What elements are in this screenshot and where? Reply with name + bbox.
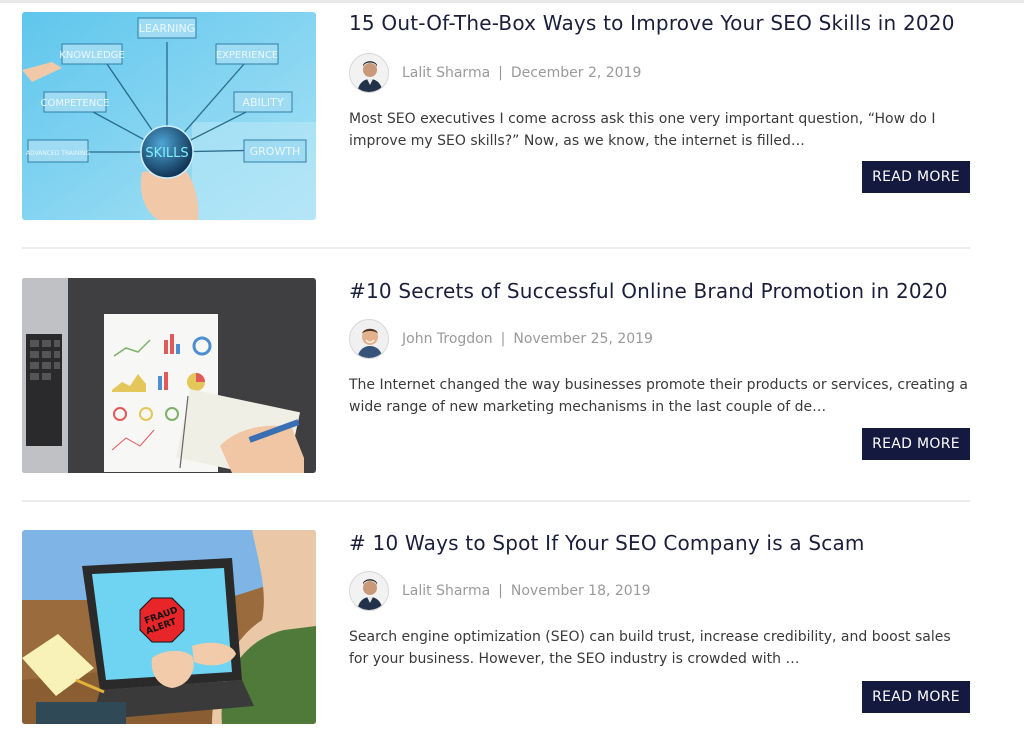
author-avatar (349, 319, 389, 359)
post-divider (22, 247, 970, 249)
fraud-alert-illustration: FRAUD ALERT (22, 530, 316, 724)
post-thumbnail-analytics[interactable] (22, 278, 316, 473)
post-meta: John Trogdon | November 25, 2019 (349, 318, 653, 360)
read-more-button[interactable]: READ MORE (862, 681, 970, 713)
post-title[interactable]: 15 Out-Of-The-Box Ways to Improve Your S… (349, 10, 970, 36)
author-name[interactable]: Lalit Sharma (402, 583, 490, 599)
post-date: November 18, 2019 (510, 583, 651, 599)
post-title[interactable]: #10 Secrets of Successful Online Brand P… (349, 278, 970, 304)
blog-post: FRAUD ALERT # 10 Ways to Spot If Your SE… (22, 530, 970, 724)
post-excerpt: The Internet changed the way businesses … (349, 377, 968, 415)
skills-illustration: LEARNING KNOWLEDGE EXPERIENCE COMPETENCE… (22, 12, 316, 220)
blog-post: #10 Secrets of Successful Online Brand P… (22, 278, 970, 473)
read-more-button[interactable]: READ MORE (862, 161, 970, 193)
analytics-desk-illustration (22, 278, 316, 473)
post-date: December 2, 2019 (510, 65, 642, 81)
post-date: November 25, 2019 (513, 331, 653, 347)
post-excerpt: Most SEO executives I come across ask th… (349, 111, 936, 149)
author-avatar (349, 571, 389, 611)
label-growth: GROWTH (250, 145, 301, 158)
meta-separator: | (500, 331, 506, 347)
read-more-button[interactable]: READ MORE (862, 428, 970, 460)
author-name[interactable]: Lalit Sharma (402, 65, 490, 81)
blog-post: LEARNING KNOWLEDGE EXPERIENCE COMPETENCE… (22, 10, 970, 220)
post-content: 15 Out-Of-The-Box Ways to Improve Your S… (349, 10, 970, 193)
post-excerpt: Search engine optimization (SEO) can bui… (349, 629, 951, 667)
label-knowledge: KNOWLEDGE (59, 50, 124, 61)
post-divider (22, 500, 970, 502)
post-thumbnail-skills[interactable]: LEARNING KNOWLEDGE EXPERIENCE COMPETENCE… (22, 12, 316, 220)
label-ability: ABILITY (242, 96, 283, 109)
post-content: # 10 Ways to Spot If Your SEO Company is… (349, 530, 970, 713)
post-meta: Lalit Sharma | November 18, 2019 (349, 570, 651, 612)
label-competence: COMPETENCE (40, 98, 109, 109)
author-avatar (349, 53, 389, 93)
label-advanced-training: ADVANCED TRAINING (26, 150, 91, 157)
label-skills: SKILLS (145, 146, 188, 161)
author-name[interactable]: John Trogdon (402, 331, 493, 347)
top-border (0, 0, 1024, 3)
post-title[interactable]: # 10 Ways to Spot If Your SEO Company is… (349, 530, 970, 556)
label-learning: LEARNING (139, 22, 195, 35)
post-thumbnail-fraud-alert[interactable]: FRAUD ALERT (22, 530, 316, 724)
label-experience: EXPERIENCE (216, 50, 279, 61)
meta-separator: | (498, 65, 503, 81)
post-meta: Lalit Sharma | December 2, 2019 (349, 52, 641, 94)
meta-separator: | (498, 583, 503, 599)
post-content: #10 Secrets of Successful Online Brand P… (349, 278, 970, 460)
